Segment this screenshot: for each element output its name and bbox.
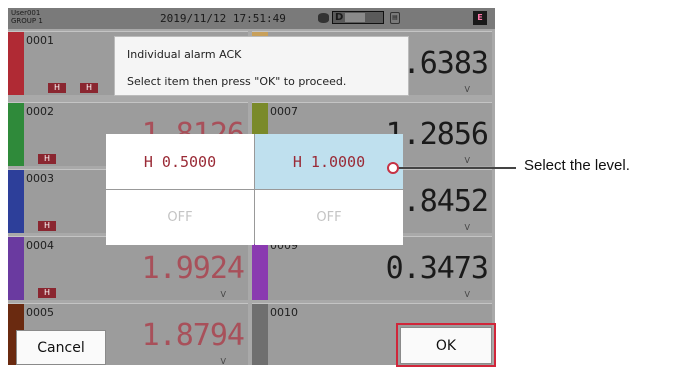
channel-id: 0004 (26, 239, 54, 252)
channel-color-bar (8, 32, 24, 95)
cancel-button[interactable]: Cancel (16, 330, 106, 365)
level-option[interactable]: H 0.5000 (106, 134, 254, 189)
channel-value: 1.9924 (141, 251, 245, 286)
level-picker: H 0.5000 H 1.0000 OFF OFF (106, 134, 403, 245)
level-option-off[interactable]: OFF (106, 190, 254, 245)
alarm-badge: H (38, 221, 56, 231)
channel-id: 0010 (270, 306, 298, 319)
datetime: 2019/11/12 17:51:49 (160, 12, 286, 25)
unit-label: V (464, 290, 470, 299)
channel-id: 0001 (26, 34, 54, 47)
channel-id: 0007 (270, 105, 298, 118)
unit-label: V (220, 290, 226, 299)
unit-label: V (220, 357, 226, 365)
channel-color-bar (8, 170, 24, 233)
channel-value: 1.8794 (141, 318, 245, 353)
divider (106, 189, 403, 190)
alarm-badge: H (80, 83, 98, 93)
callout-line (398, 167, 516, 169)
group-name: GROUP 1 (11, 17, 43, 25)
channel-tile[interactable]: 0009 0.3473 V (252, 236, 492, 300)
channel-value: 0.3473 (385, 251, 489, 286)
unit-label: V (464, 223, 470, 232)
memory-fill (345, 13, 365, 22)
alarm-badge: H (38, 288, 56, 298)
user-name: User001 (11, 9, 41, 17)
channel-color-bar (8, 103, 24, 166)
alarm-ack-dialog: Individual alarm ACK Select item then pr… (114, 36, 409, 96)
alarm-badge: H (38, 154, 56, 164)
dialog-message: Select item then press "OK" to proceed. (127, 75, 347, 88)
channel-id: 0005 (26, 306, 54, 319)
memory-label: D (335, 12, 344, 23)
callout-text: Select the level. (524, 157, 630, 174)
memory-indicator: D (332, 11, 384, 24)
storage-icon (318, 13, 329, 23)
channel-color-bar (8, 237, 24, 300)
alarm-badge: H (48, 83, 66, 93)
unit-label: V (464, 156, 470, 165)
level-option-selected[interactable]: H 1.0000 (255, 134, 403, 189)
event-flag-icon: E (473, 11, 487, 25)
user-info: User001 GROUP 1 (11, 9, 43, 25)
unit-label: V (464, 85, 470, 94)
channel-color-bar (252, 304, 268, 365)
status-bar: User001 GROUP 1 2019/11/12 17:51:49 D ▤ … (8, 8, 495, 29)
channel-id: 0003 (26, 172, 54, 185)
channel-id: 0002 (26, 105, 54, 118)
ok-highlight-frame (396, 323, 496, 367)
channel-color-bar (252, 237, 268, 300)
fs-icon: ▤ (390, 12, 400, 24)
dialog-title: Individual alarm ACK (127, 48, 242, 61)
channel-tile[interactable]: 0004 1.9924 H V (8, 236, 248, 300)
callout-dot (387, 162, 399, 174)
level-option-off[interactable]: OFF (255, 190, 403, 245)
